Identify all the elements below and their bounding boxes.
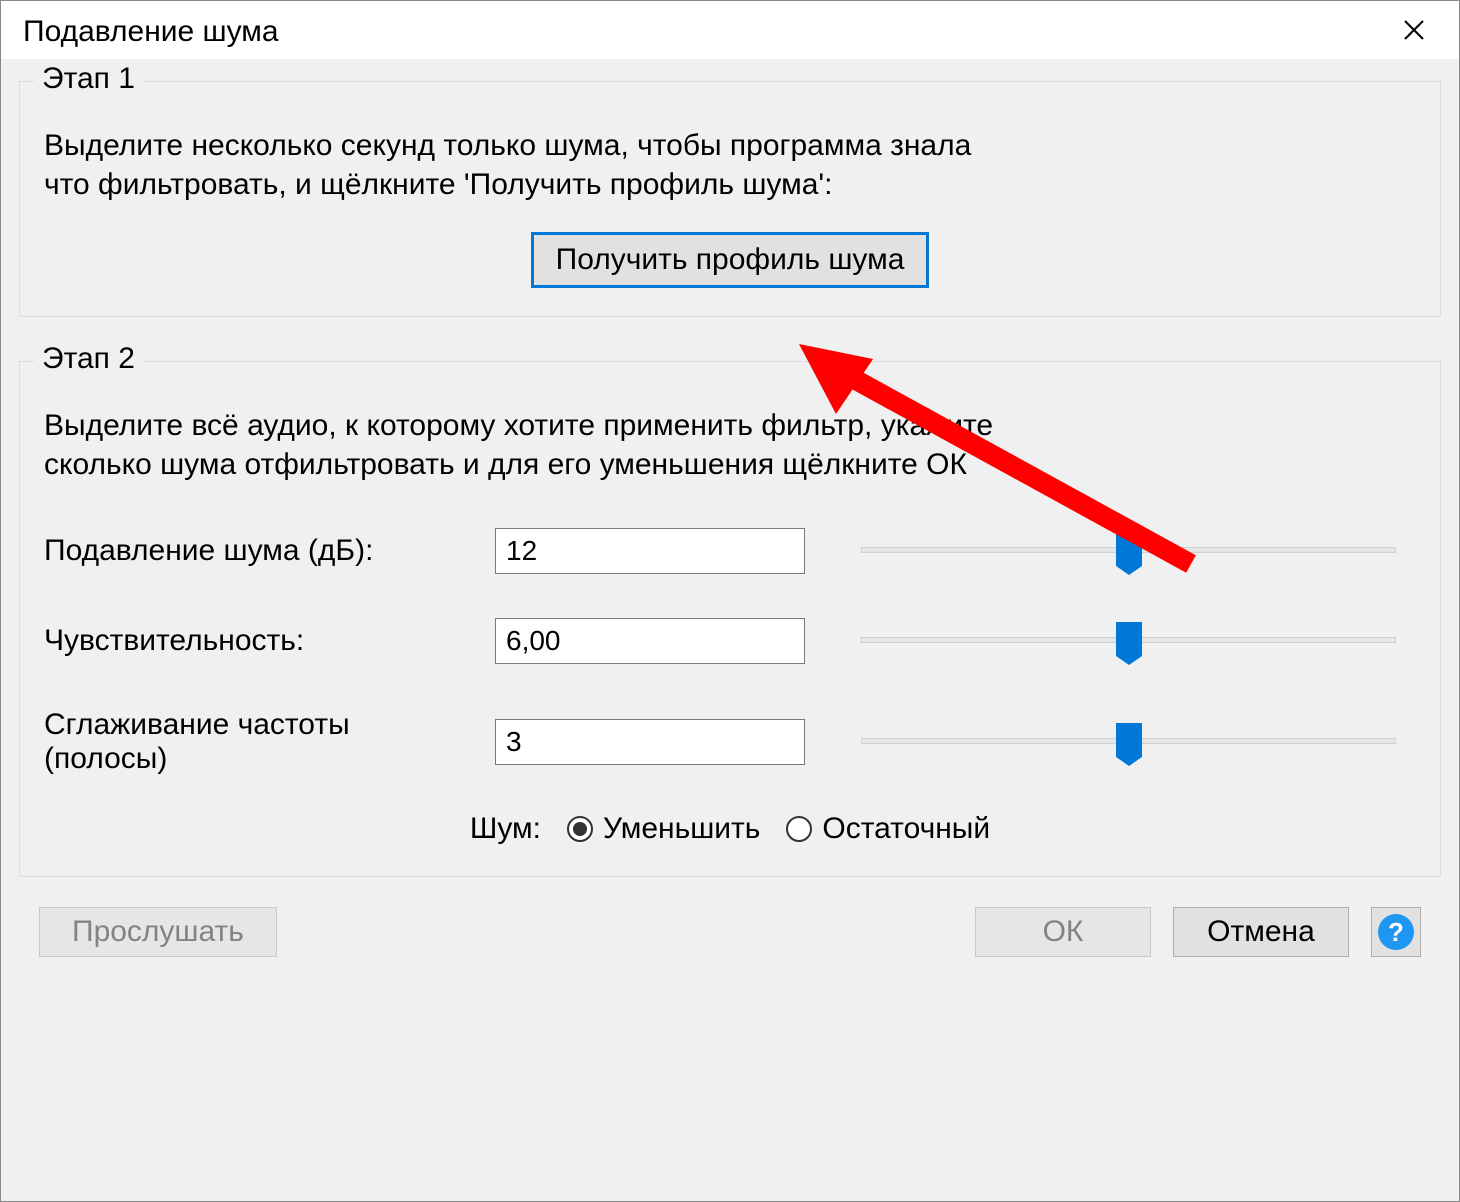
radio-residual[interactable]: Остаточный	[786, 812, 990, 846]
close-button[interactable]	[1391, 16, 1437, 48]
noise-mode-label: Шум:	[470, 812, 541, 846]
noise-mode-row: Шум: Уменьшить Остаточный	[44, 812, 1416, 846]
noise-reduction-input[interactable]	[495, 528, 805, 574]
get-noise-profile-button[interactable]: Получить профиль шума	[531, 232, 930, 288]
step2-title: Этап 2	[34, 342, 143, 376]
noise-reduction-row: Подавление шума (дБ):	[44, 528, 1416, 574]
close-icon	[1403, 19, 1425, 41]
step2-description: Выделите всё аудио, к которому хотите пр…	[44, 406, 1416, 484]
help-icon: ?	[1378, 914, 1414, 950]
sensitivity-slider[interactable]	[861, 626, 1396, 656]
step1-title: Этап 1	[34, 62, 143, 96]
smoothing-label: Сглаживание частоты (полосы)	[44, 708, 479, 776]
smoothing-slider[interactable]	[861, 727, 1396, 757]
smoothing-row: Сглаживание частоты (полосы)	[44, 708, 1416, 776]
step1-description: Выделите несколько секунд только шума, ч…	[44, 126, 1416, 204]
radio-icon	[567, 816, 593, 842]
sensitivity-input[interactable]	[495, 618, 805, 664]
preview-button[interactable]: Прослушать	[39, 907, 277, 957]
titlebar: Подавление шума	[1, 1, 1459, 59]
smoothing-input[interactable]	[495, 719, 805, 765]
step1-group: Этап 1 Выделите несколько секунд только …	[19, 81, 1441, 317]
noise-reduction-dialog: Подавление шума Этап 1 Выделите нескольк…	[0, 0, 1460, 1202]
step2-group: Этап 2 Выделите всё аудио, к которому хо…	[19, 361, 1441, 877]
dialog-title: Подавление шума	[23, 15, 279, 49]
help-button[interactable]: ?	[1371, 907, 1421, 957]
radio-reduce[interactable]: Уменьшить	[567, 812, 760, 846]
noise-reduction-slider[interactable]	[861, 536, 1396, 566]
cancel-button[interactable]: Отмена	[1173, 907, 1349, 957]
ok-button[interactable]: ОК	[975, 907, 1151, 957]
button-row: Прослушать ОК Отмена ?	[19, 877, 1441, 989]
noise-reduction-label: Подавление шума (дБ):	[44, 534, 479, 568]
radio-icon	[786, 816, 812, 842]
sensitivity-row: Чувствительность:	[44, 618, 1416, 664]
sensitivity-label: Чувствительность:	[44, 624, 479, 658]
dialog-content: Этап 1 Выделите несколько секунд только …	[1, 59, 1459, 1201]
